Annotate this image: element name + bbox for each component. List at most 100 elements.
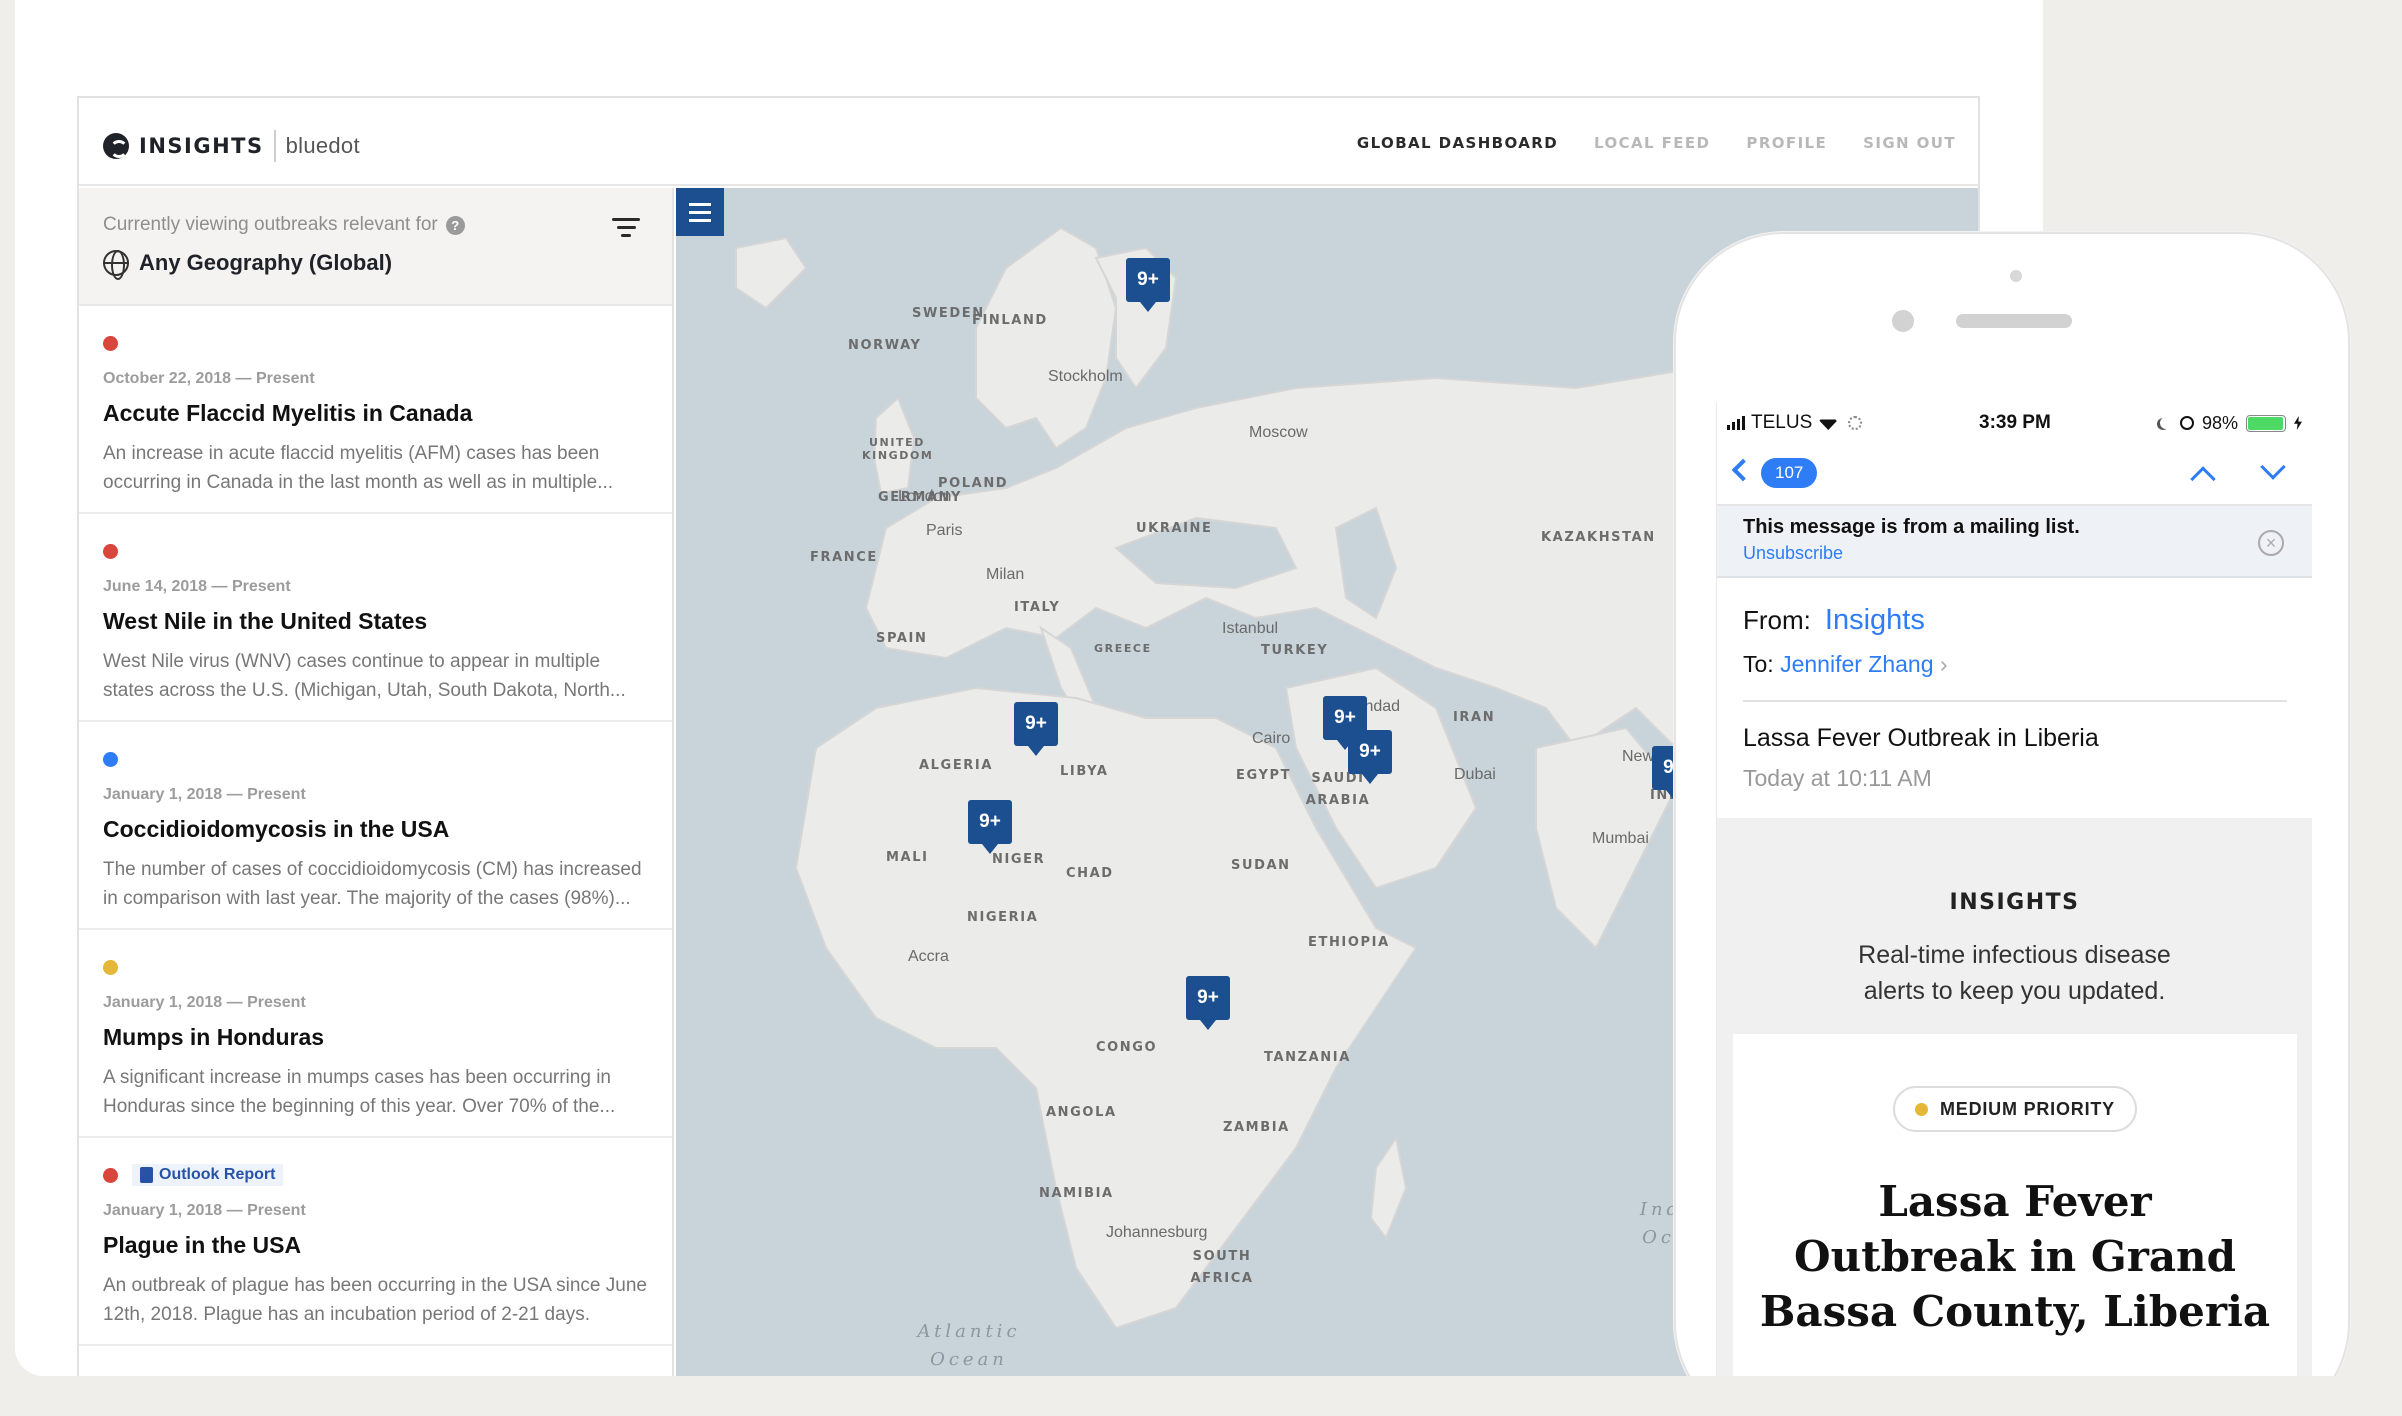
feed-date: June 14, 2018 — Present xyxy=(103,578,291,595)
unsubscribe-link[interactable]: Unsubscribe xyxy=(1743,543,2286,564)
filter-hint: Currently viewing outbreaks relevant for… xyxy=(103,214,465,236)
map-country-label: UNITED KINGDOM xyxy=(862,436,934,462)
map-country-label: NIGER xyxy=(992,852,1046,867)
nav-global-dashboard[interactable]: GLOBAL DASHBOARD xyxy=(1357,134,1558,152)
map-country-label: TANZANIA xyxy=(1264,1050,1351,1065)
feed-title: Mumps in Honduras xyxy=(103,1024,325,1050)
help-icon[interactable]: ? xyxy=(445,215,465,235)
feed-item[interactable]: October 22, 2018 — Present Accute Flacci… xyxy=(79,306,672,514)
feed-description: The number of cases of coccidioidomycosi… xyxy=(103,859,642,909)
recipient-name[interactable]: Jennifer Zhang xyxy=(1780,651,1933,677)
outlook-report-badge[interactable]: Outlook Report xyxy=(132,1164,284,1186)
nav-local-feed[interactable]: LOCAL FEED xyxy=(1594,134,1710,152)
priority-dot xyxy=(1914,1102,1928,1116)
geography-label: Any Geography (Global) xyxy=(139,250,393,275)
back-chevron-icon[interactable] xyxy=(1731,458,1755,482)
map-city-label: Paris xyxy=(926,522,963,539)
outbreak-map-pin[interactable]: 9+ xyxy=(968,800,1012,854)
globe-icon xyxy=(103,250,129,280)
map-city-label: Johannesburg xyxy=(1106,1224,1208,1241)
priority-badge: MEDIUM PRIORITY xyxy=(1893,1086,2137,1132)
outbreak-map-pin[interactable]: 9+ xyxy=(1348,730,1392,784)
map-city-label: Mumbai xyxy=(1592,830,1649,847)
map-city-label: Istanbul xyxy=(1222,620,1279,637)
battery-percent: 98% xyxy=(2201,412,2238,433)
map-country-label: FRANCE xyxy=(810,550,878,565)
map-country-label: TURKEY xyxy=(1261,643,1329,658)
map-country-label: EGYPT xyxy=(1236,768,1292,783)
map-list-toggle-button[interactable] xyxy=(676,188,724,236)
feed-item[interactable]: January 1, 2018 — Present Mumps in Hondu… xyxy=(79,930,672,1138)
map-country-label: IRAN xyxy=(1453,710,1496,725)
chevron-right-icon: › xyxy=(1939,651,1948,677)
priority-dot xyxy=(103,959,118,975)
map-city-label: Dubai xyxy=(1454,766,1496,783)
feed-description: West Nile virus (WNV) cases continue to … xyxy=(103,651,626,701)
email-tagline-line: alerts to keep you updated. xyxy=(1863,977,2166,1005)
feed-item[interactable]: Outlook Report January 1, 2018 — Present… xyxy=(79,1138,672,1346)
feed-title: Coccidioidomycosis in the USA xyxy=(103,816,450,842)
alert-title[interactable]: Lassa Fever Outbreak in Grand Bassa Coun… xyxy=(1753,1174,2277,1339)
map-country-label: LIBYA xyxy=(1060,764,1109,779)
geography-filter: Currently viewing outbreaks relevant for… xyxy=(79,188,672,306)
unread-count-badge[interactable]: 107 xyxy=(1761,458,1818,488)
map-country-label: CHAD xyxy=(1066,866,1114,881)
status-time: 3:39 PM xyxy=(1979,412,2051,433)
priority-label: MEDIUM PRIORITY xyxy=(1939,1098,2115,1119)
top-nav: GLOBAL DASHBOARD LOCAL FEED PROFILE SIGN… xyxy=(1357,134,1956,152)
nav-profile[interactable]: PROFILE xyxy=(1746,134,1827,152)
status-bar: TELUS 3:39 PM 98% xyxy=(1717,402,2312,444)
email-tagline-line: Real-time infectious disease xyxy=(1858,941,2171,969)
feed-date: January 1, 2018 — Present xyxy=(103,994,306,1011)
feed-description: An outbreak of plague has been occurring… xyxy=(103,1275,647,1325)
outbreak-map-pin[interactable]: 9+ xyxy=(1126,258,1170,312)
map-city-label: London xyxy=(898,488,952,505)
brand[interactable]: INSIGHTS bluedot xyxy=(103,130,360,162)
map-country-label: ANGOLA xyxy=(1046,1105,1117,1120)
activity-spinner-icon xyxy=(1848,416,1863,430)
app-header: INSIGHTS bluedot GLOBAL DASHBOARD LOCAL … xyxy=(79,98,1978,186)
map-country-label: SOUTH AFRICA xyxy=(1190,1249,1254,1286)
map-city-label: Moscow xyxy=(1249,424,1308,441)
map-country-label: KAZAKHSTAN xyxy=(1541,530,1656,545)
map-country-label: ETHIOPIA xyxy=(1308,935,1390,950)
outbreak-sidebar: Currently viewing outbreaks relevant for… xyxy=(79,188,674,1376)
map-country-label: GREECE xyxy=(1094,642,1152,655)
priority-dot xyxy=(103,751,118,767)
map-country-label: ZAMBIA xyxy=(1223,1120,1290,1135)
map-city-label: Milan xyxy=(986,566,1025,583)
filter-icon[interactable] xyxy=(612,218,640,242)
brand-divider xyxy=(273,130,276,162)
outbreak-map-pin[interactable]: 9+ xyxy=(1186,976,1230,1030)
feed-title: Plague in the USA xyxy=(103,1232,302,1258)
geography-selector[interactable]: Any Geography (Global) xyxy=(103,250,393,280)
previous-message-icon[interactable] xyxy=(2190,466,2216,492)
brand-name: INSIGHTS xyxy=(139,134,264,158)
priority-dot xyxy=(103,335,118,351)
priority-dot xyxy=(103,543,118,559)
sender-name[interactable]: Insights xyxy=(1825,604,1925,637)
feed-item[interactable]: June 14, 2018 — Present West Nile in the… xyxy=(79,514,672,722)
from-label: From: xyxy=(1743,605,1811,635)
feed-date: October 22, 2018 — Present xyxy=(103,370,315,387)
next-message-icon[interactable] xyxy=(2260,454,2286,480)
alert-title-line: Lassa Fever xyxy=(1878,1177,2152,1226)
nav-sign-out[interactable]: SIGN OUT xyxy=(1863,134,1956,152)
brand-sub: bluedot xyxy=(285,133,360,158)
alert-title-line: Outbreak in Grand xyxy=(1794,1232,2236,1281)
map-country-label: SUDAN xyxy=(1231,858,1291,873)
wifi-icon xyxy=(1818,419,1839,430)
to-label: To: xyxy=(1743,651,1774,677)
map-country-label: MALI xyxy=(886,850,929,865)
feed-title: Accute Flaccid Myelitis in Canada xyxy=(103,400,473,426)
email-timestamp: Today at 10:11 AM xyxy=(1743,765,1932,791)
outbreak-map-pin[interactable]: 9+ xyxy=(1014,702,1058,756)
phone-speaker xyxy=(1956,314,2072,328)
feed-item[interactable]: January 1, 2018 — Present Coccidioidomyc… xyxy=(79,722,672,930)
email-tagline: Real-time infectious disease alerts to k… xyxy=(1717,937,2312,1009)
mail-nav-bar: 107 xyxy=(1717,444,2312,506)
map-country-label: NIGERIA xyxy=(967,910,1039,925)
map-country-label: CONGO xyxy=(1096,1040,1158,1055)
mailing-list-banner: This message is from a mailing list. Uns… xyxy=(1717,506,2312,578)
close-icon[interactable]: × xyxy=(2258,530,2284,556)
